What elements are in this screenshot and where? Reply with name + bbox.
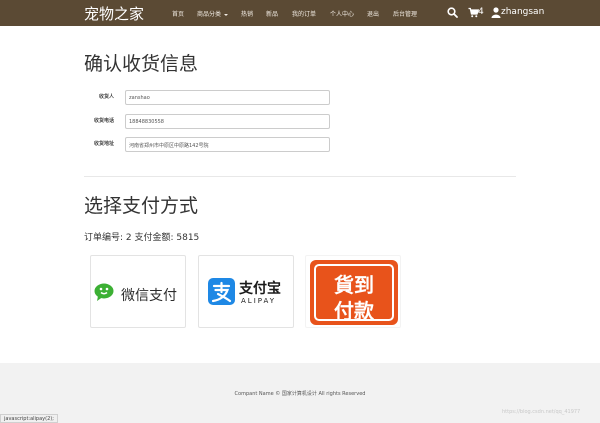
cod-frame: 貨到 付款 xyxy=(314,264,394,323)
cod-line-1: 貨到 xyxy=(334,273,374,297)
shipping-title: 确认收货信息 xyxy=(84,53,199,75)
alipay-sublabel: ALIPAY xyxy=(241,297,277,305)
user-icon[interactable] xyxy=(491,7,501,18)
payment-title: 选择支付方式 xyxy=(84,195,199,217)
top-navbar: 宠物之家 首页 商品分类 热销 新品 我的订单 个人中心 退出 后台管理 4 z… xyxy=(0,0,600,26)
recipient-input[interactable]: zanshao xyxy=(125,90,330,105)
alipay-label: 支付宝 xyxy=(239,281,281,297)
chevron-down-icon xyxy=(224,13,229,16)
username[interactable]: zhangsan xyxy=(501,7,544,17)
wechat-pay-label: 微信支付 xyxy=(121,288,177,304)
nav-home[interactable]: 首页 xyxy=(172,9,184,18)
alipay-icon xyxy=(208,278,235,305)
address-input[interactable]: 河南省郑州市中原区中原路142号院 xyxy=(125,137,330,152)
wechat-pay-option[interactable]: 微信支付 xyxy=(90,255,186,328)
wechat-icon xyxy=(94,283,114,301)
nav-categories[interactable]: 商品分类 xyxy=(197,9,229,18)
phone-input[interactable]: 18848830558 xyxy=(125,114,330,129)
cod-badge: 貨到 付款 xyxy=(310,260,398,325)
cod-line-2: 付款 xyxy=(334,299,374,323)
nav-my-orders[interactable]: 我的订单 xyxy=(292,9,316,18)
section-divider xyxy=(84,176,516,177)
nav-profile[interactable]: 个人中心 xyxy=(330,9,354,18)
address-label: 收货地址 xyxy=(93,141,114,147)
recipient-label: 收货人 xyxy=(98,94,114,100)
nav-logout[interactable]: 退出 xyxy=(367,9,379,18)
brand-logo[interactable]: 宠物之家 xyxy=(84,3,144,24)
nav-new[interactable]: 新品 xyxy=(266,9,278,18)
cod-option[interactable]: 貨到 付款 xyxy=(305,255,401,328)
status-bar-link: javascript:alipay(2); xyxy=(0,414,58,423)
nav-admin[interactable]: 后台管理 xyxy=(393,9,417,18)
footer-copyright: Compant Name © 国家计算机设计 All rights Reserv… xyxy=(234,391,366,397)
search-icon[interactable] xyxy=(447,7,458,18)
phone-label: 收货电话 xyxy=(93,118,114,124)
nav-categories-label: 商品分类 xyxy=(197,11,222,18)
order-info: 订单编号: 2 支付金额: 5815 xyxy=(84,233,200,243)
watermark: https://blog.csdn.net/qq_41977 xyxy=(502,409,581,415)
cart-count[interactable]: 4 xyxy=(478,7,484,17)
nav-hot[interactable]: 热销 xyxy=(241,9,253,18)
alipay-option[interactable]: 支付宝 ALIPAY xyxy=(198,255,294,328)
